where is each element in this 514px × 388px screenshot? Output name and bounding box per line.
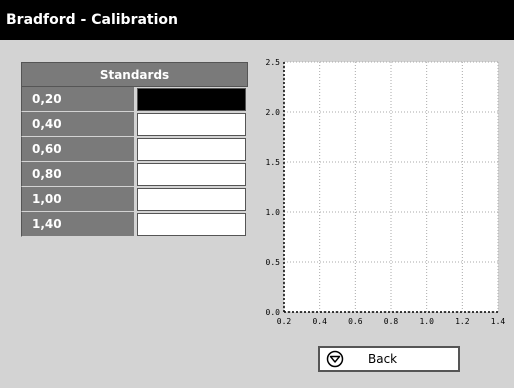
standard-value-field[interactable] — [137, 188, 246, 211]
y-tick-label: 0.5 — [266, 258, 281, 267]
calibration-chart-svg: 0.0 0.5 1.0 1.5 2.0 2.5 0.2 0.4 0.6 0.8 1.0 1.2 1.4 — [266, 58, 506, 326]
calibration-chart: 0.0 0.5 1.0 1.5 2.0 2.5 0.2 0.4 0.6 0.8 1.0 1.2 1.4 — [250, 52, 510, 332]
standards-row[interactable]: 0,60 — [21, 137, 248, 162]
back-button[interactable]: Back — [318, 346, 460, 372]
x-tick-label: 0.2 — [277, 317, 292, 326]
standards-row[interactable]: 0,40 — [21, 112, 248, 137]
standards-table: Standards 0,20 0,40 0,60 0,80 1,00 1,40 — [21, 62, 248, 237]
back-button-label: Back — [368, 352, 398, 366]
standards-row[interactable]: 0,80 — [21, 162, 248, 187]
standards-row[interactable]: 1,40 — [21, 212, 248, 237]
standards-header: Standards — [21, 62, 248, 87]
x-tick-label: 1.2 — [455, 317, 470, 326]
y-tick-label: 2.0 — [266, 108, 281, 117]
circle-down-arrow-icon — [322, 348, 348, 370]
standard-label: 0,80 — [21, 162, 134, 187]
standard-value-field[interactable] — [137, 213, 246, 236]
standard-value-field[interactable] — [137, 113, 246, 136]
y-tick-label: 0.0 — [266, 308, 281, 317]
standard-label: 0,60 — [21, 137, 134, 162]
x-tick-label: 1.4 — [491, 317, 506, 326]
y-tick-label: 2.5 — [266, 58, 281, 67]
y-tick-label: 1.0 — [266, 208, 281, 217]
standard-value-field[interactable] — [137, 163, 246, 186]
standards-row[interactable]: 1,00 — [21, 187, 248, 212]
x-tick-label: 0.4 — [312, 317, 327, 326]
x-tick-label: 0.8 — [384, 317, 399, 326]
standard-value-field[interactable] — [137, 88, 246, 111]
standard-label: 0,20 — [21, 87, 134, 112]
x-tick-label: 1.0 — [419, 317, 434, 326]
standard-value-field[interactable] — [137, 138, 246, 161]
y-tick-label: 1.5 — [266, 158, 281, 167]
standard-label: 1,00 — [21, 187, 134, 212]
plot-area — [284, 62, 498, 312]
window-title: Bradford - Calibration — [0, 0, 514, 40]
standards-row[interactable]: 0,20 — [21, 87, 248, 112]
standard-label: 0,40 — [21, 112, 134, 137]
x-tick-label: 0.6 — [348, 317, 363, 326]
standard-label: 1,40 — [21, 212, 134, 237]
